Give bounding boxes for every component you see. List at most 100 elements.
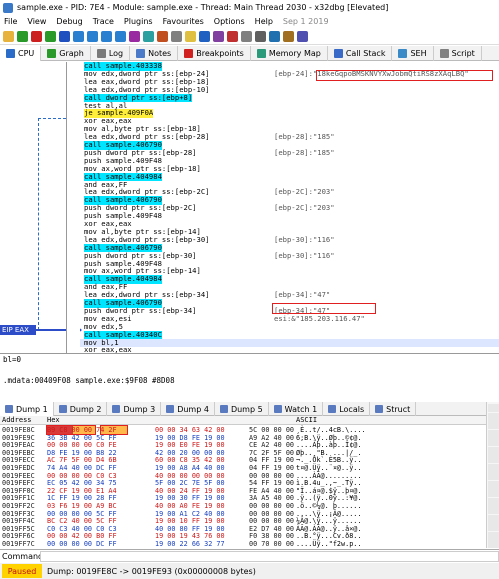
script-icon <box>439 49 449 58</box>
stack-entry[interactable] <box>488 421 499 429</box>
menu-file[interactable]: File <box>4 17 17 26</box>
dump-tab-dump-3[interactable]: Dump 3 <box>107 402 162 416</box>
abc-icon[interactable] <box>255 30 266 42</box>
seh-icon <box>398 49 408 58</box>
close-icon[interactable] <box>31 30 42 42</box>
tab-call-stack[interactable]: Call Stack <box>328 46 393 61</box>
memory-map-icon <box>256 49 266 58</box>
stack-entry[interactable] <box>488 463 499 472</box>
notes-icon <box>136 49 146 58</box>
tab-breakpoints[interactable]: Breakpoints <box>178 46 251 61</box>
tab-seh[interactable]: SEH <box>392 46 434 61</box>
title-bar: sample.exe - PID: 7E4 - Module: sample.e… <box>0 0 499 15</box>
menu-trace[interactable]: Trace <box>93 17 114 26</box>
stack-entry[interactable] <box>488 489 499 497</box>
stack-entry[interactable] <box>488 412 499 421</box>
dump-row[interactable]: 0019FF7C 00 00 00 00 DC FF 19 00 22 66 32 … <box>0 540 486 548</box>
tab-script[interactable]: Script <box>434 46 482 61</box>
comment-icon[interactable] <box>171 30 182 42</box>
dump-tab-icon <box>5 405 13 413</box>
menu-options[interactable]: Options <box>214 17 245 26</box>
window-title: sample.exe - PID: 7E4 - Module: sample.e… <box>17 3 389 12</box>
tab-graph[interactable]: Graph <box>41 46 91 61</box>
dump-tab-label: Watch 1 <box>284 404 318 414</box>
trace-into-icon[interactable] <box>101 30 112 42</box>
toolbar <box>0 28 499 45</box>
stack-entry[interactable] <box>488 404 499 412</box>
restart-icon[interactable] <box>17 30 28 42</box>
instruction-text: xor eax,eax <box>84 345 132 354</box>
dump-header: Address Hex ASCII <box>0 416 486 425</box>
execute-till-return-icon[interactable] <box>129 30 140 42</box>
tab-notes[interactable]: Notes <box>130 46 179 61</box>
dump-header-hex: Hex <box>47 416 60 424</box>
trace-over-icon[interactable] <box>115 30 126 42</box>
tab-label: Log <box>108 49 124 58</box>
dump-tab-dump-5[interactable]: Dump 5 <box>215 402 269 416</box>
command-input[interactable] <box>40 550 499 562</box>
stack-entry[interactable] <box>488 429 499 438</box>
stack-entry[interactable] <box>488 455 499 463</box>
tab-memory-map[interactable]: Memory Map <box>251 46 328 61</box>
bookmark-icon[interactable] <box>199 30 210 42</box>
settings-icon[interactable] <box>269 30 280 42</box>
instruction-row[interactable]: xor eax,eax <box>80 345 499 354</box>
function-icon[interactable] <box>213 30 224 42</box>
stack-entry[interactable] <box>488 531 499 540</box>
patch-icon[interactable] <box>157 30 168 42</box>
stack-entry[interactable] <box>488 438 499 446</box>
stack-entry[interactable] <box>488 514 499 523</box>
breakpoint-icon <box>184 49 194 58</box>
dump-tab-watch-1[interactable]: Watch 1 <box>269 402 324 416</box>
status-bar: Paused Dump: 0019FE8C -> 0019FE93 (0x000… <box>0 563 499 579</box>
variable-icon[interactable] <box>227 30 238 42</box>
command-bar: Command: <box>0 549 499 562</box>
step-over-icon[interactable] <box>87 30 98 42</box>
run-to-user-code-icon[interactable] <box>143 30 154 42</box>
dump-header-ascii: ASCII <box>296 416 318 424</box>
menu-view[interactable]: View <box>27 17 46 26</box>
run-icon[interactable] <box>45 30 56 42</box>
dump-tab-dump-1[interactable]: Dump 1 <box>0 402 54 416</box>
scroll-icon[interactable] <box>297 30 308 42</box>
main-tabs: CPU Graph Log Notes Breakpoints Memory Map Cal… <box>0 46 499 61</box>
hash-icon[interactable] <box>241 30 252 42</box>
step-into-icon[interactable] <box>73 30 84 42</box>
dump-tab-icon <box>273 405 282 413</box>
eip-label: EIP EAX <box>0 325 36 335</box>
tab-cpu[interactable]: CPU <box>0 46 42 61</box>
label-icon[interactable] <box>185 30 196 42</box>
dump-tab-icon <box>219 405 228 413</box>
menu-debug[interactable]: Debug <box>56 17 82 26</box>
stack-view[interactable] <box>486 402 499 548</box>
stack-entry[interactable] <box>488 540 499 548</box>
dump-tab-struct[interactable]: Struct <box>370 402 417 416</box>
cpu-icon <box>6 49 15 58</box>
status-paused-badge: Paused <box>2 564 42 578</box>
tab-label: Call Stack <box>345 49 386 58</box>
menu-plugins[interactable]: Plugins <box>124 17 153 26</box>
dump-tab-dump-4[interactable]: Dump 4 <box>161 402 215 416</box>
stack-entry[interactable] <box>488 480 499 489</box>
disassembly-view[interactable]: EIP EAX call sample.403338 mov edx,dword … <box>0 62 499 354</box>
open-icon[interactable] <box>3 30 14 42</box>
stack-entry[interactable] <box>488 497 499 506</box>
menu-help[interactable]: Help <box>255 17 273 26</box>
dump-tab-label: Locals <box>339 404 365 414</box>
calculator-icon[interactable] <box>283 30 294 42</box>
build-date: Sep 1 2019 <box>282 17 329 26</box>
info-address: .mdata:00409F08 sample.exe:$9F08 #8D08 <box>0 376 499 388</box>
stack-entry[interactable] <box>488 472 499 480</box>
breakpoint-column[interactable] <box>66 62 80 353</box>
dump-tab-locals[interactable]: Locals <box>323 402 371 416</box>
menu-favourites[interactable]: Favourites <box>163 17 204 26</box>
tab-log[interactable]: Log <box>91 46 131 61</box>
dump-tab-icon <box>375 405 384 413</box>
dump-tab-dump-2[interactable]: Dump 2 <box>54 402 108 416</box>
dump-tab-label: Struct <box>386 404 411 414</box>
stack-entry[interactable] <box>488 523 499 531</box>
dump-view[interactable]: Address Hex ASCII 0019FE8C B9 C8 00 00 74… <box>0 416 486 548</box>
stack-entry[interactable] <box>488 506 499 514</box>
stack-entry[interactable] <box>488 446 499 455</box>
pause-icon[interactable] <box>59 30 70 42</box>
